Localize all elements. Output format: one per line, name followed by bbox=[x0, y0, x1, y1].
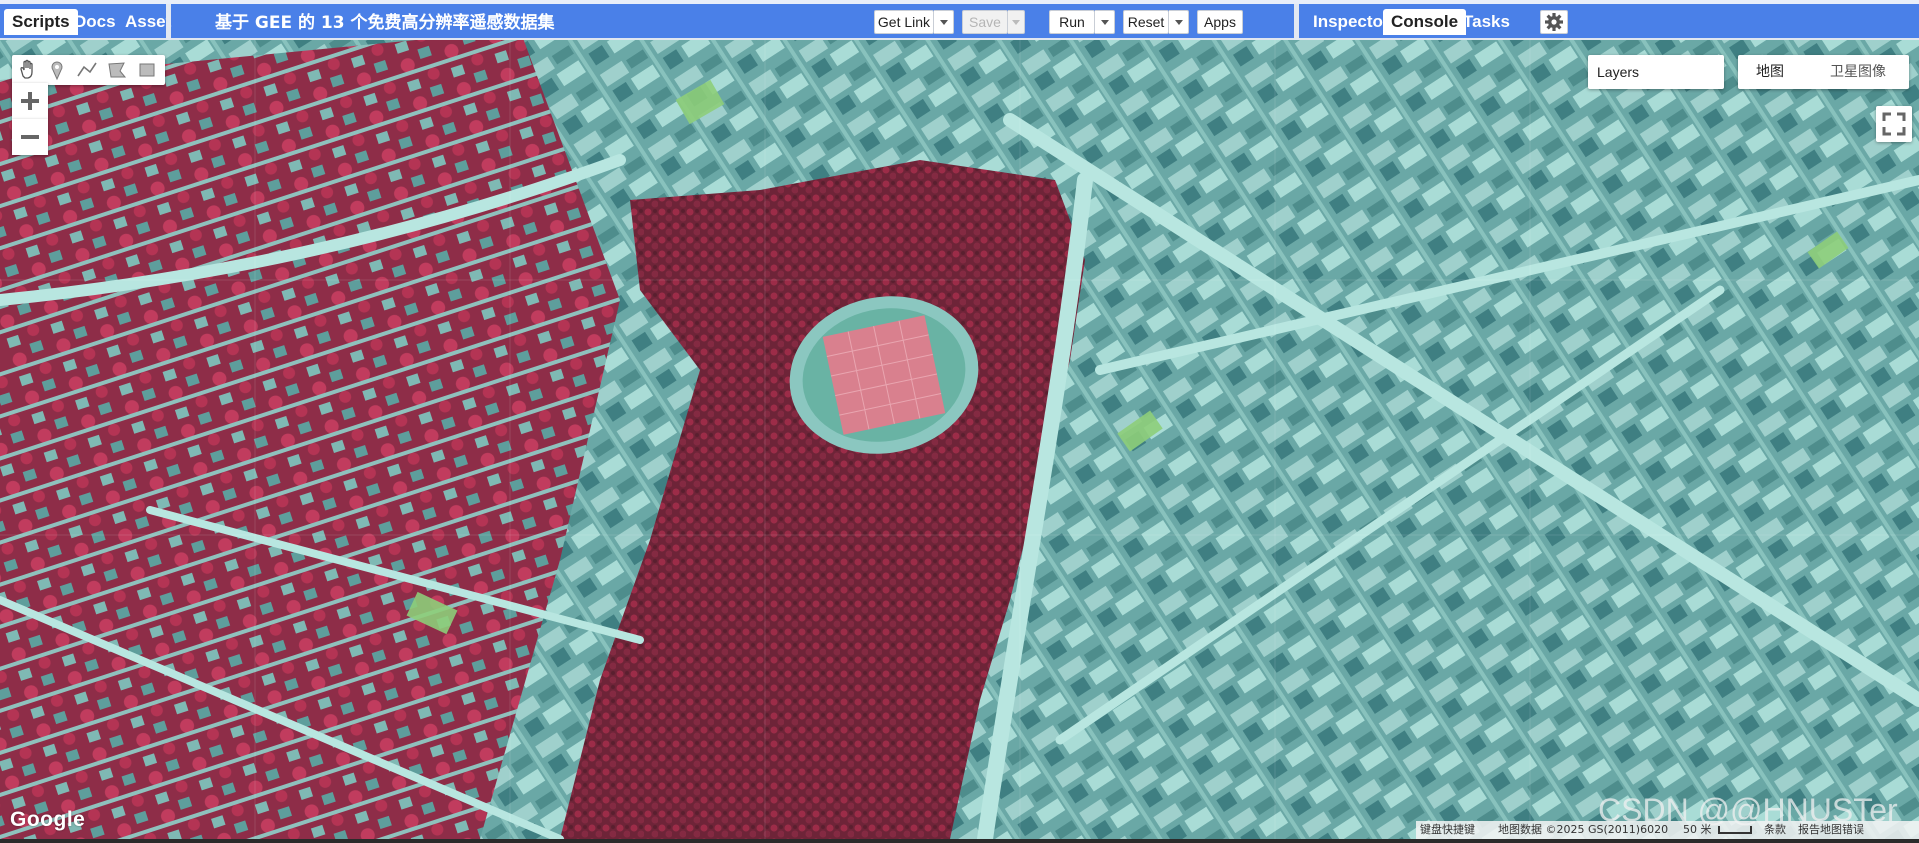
map-attribution: 键盘快捷键 地图数据 ©2025 GS(2011)6020 50 米 条款 报告… bbox=[1416, 821, 1919, 839]
settings-button[interactable] bbox=[1540, 10, 1568, 34]
drawing-tools bbox=[12, 55, 165, 85]
top-toolbar: Scripts Docs Asset 基于 GEE 的 13 个免费高分辨率遥感… bbox=[0, 0, 1919, 42]
fullscreen-icon bbox=[1882, 112, 1906, 136]
report-error-link[interactable]: 报告地图错误 bbox=[1798, 821, 1864, 839]
map-canvas[interactable]: Layers 地图 卫星图像 Google CSDN @@HNUSTer 键盘快… bbox=[0, 40, 1919, 839]
marker-icon[interactable] bbox=[42, 55, 72, 85]
fullscreen-button[interactable] bbox=[1876, 106, 1912, 142]
apps-button[interactable]: Apps bbox=[1197, 10, 1243, 34]
reset-dropdown[interactable] bbox=[1169, 10, 1189, 34]
gear-icon bbox=[1545, 13, 1563, 31]
map-data-text: 地图数据 ©2025 GS(2011)6020 bbox=[1498, 823, 1669, 836]
zoom-out-button[interactable] bbox=[12, 119, 48, 155]
line-icon[interactable] bbox=[72, 55, 102, 85]
panel-divider[interactable] bbox=[1294, 4, 1299, 42]
zoom-in-button[interactable] bbox=[12, 83, 48, 119]
bottom-edge bbox=[0, 839, 1919, 843]
map-type-control: 地图 卫星图像 bbox=[1738, 55, 1909, 89]
plus-icon bbox=[28, 92, 32, 110]
chevron-down-icon bbox=[1012, 20, 1020, 25]
reset-button[interactable]: Reset bbox=[1123, 10, 1169, 34]
save-dropdown[interactable] bbox=[1008, 10, 1025, 34]
script-title: 基于 GEE 的 13 个免费高分辨率遥感数据集 bbox=[215, 13, 555, 33]
satellite-imagery bbox=[0, 40, 1919, 839]
chevron-down-icon bbox=[940, 20, 948, 25]
chevron-down-icon bbox=[1175, 20, 1183, 25]
scale-label[interactable]: 50 米 bbox=[1683, 821, 1712, 839]
panel-divider[interactable] bbox=[166, 4, 171, 42]
scale-bar bbox=[1718, 826, 1752, 834]
tab-tasks[interactable]: Tasks bbox=[1455, 9, 1518, 35]
rectangle-icon[interactable] bbox=[132, 55, 162, 85]
keyboard-shortcuts-link[interactable]: 键盘快捷键 bbox=[1420, 821, 1475, 839]
map-type-roadmap[interactable]: 地图 bbox=[1756, 55, 1784, 89]
run-button[interactable]: Run bbox=[1049, 10, 1095, 34]
chevron-down-icon bbox=[1101, 20, 1109, 25]
tab-console[interactable]: Console bbox=[1383, 9, 1467, 35]
polygon-icon[interactable] bbox=[102, 55, 132, 85]
run-dropdown[interactable] bbox=[1095, 10, 1115, 34]
minus-icon bbox=[21, 135, 39, 139]
get-link-button[interactable]: Get Link bbox=[874, 10, 934, 34]
hand-icon[interactable] bbox=[12, 55, 42, 85]
layers-button[interactable]: Layers bbox=[1588, 55, 1724, 89]
save-button[interactable]: Save bbox=[962, 10, 1008, 34]
tab-docs[interactable]: Docs bbox=[66, 9, 124, 35]
google-logo[interactable]: Google bbox=[10, 808, 85, 832]
terms-link[interactable]: 条款 bbox=[1764, 821, 1786, 839]
get-link-dropdown[interactable] bbox=[934, 10, 954, 34]
map-type-satellite[interactable]: 卫星图像 bbox=[1830, 55, 1886, 89]
